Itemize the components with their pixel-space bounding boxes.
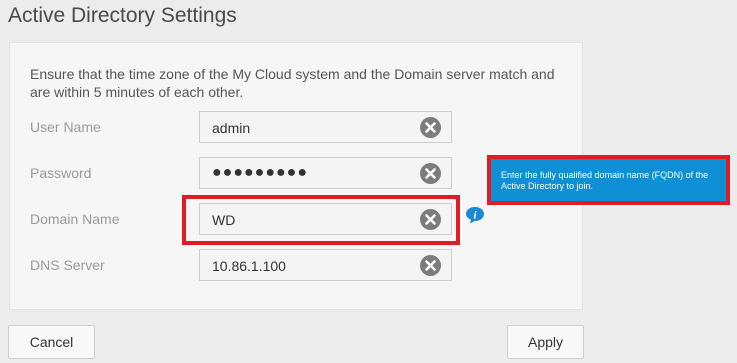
intro-text: Ensure that the time zone of the My Clou… xyxy=(30,66,555,100)
page-title: Active Directory Settings xyxy=(8,4,237,27)
clear-dns-icon[interactable] xyxy=(420,255,441,276)
dns-label: DNS Server xyxy=(30,257,105,273)
username-label: User Name xyxy=(30,119,101,135)
dns-field[interactable]: 10.86.1.100 xyxy=(199,249,452,281)
domain-field-highlight xyxy=(182,195,460,245)
domain-label: Domain Name xyxy=(30,211,120,227)
fqdn-tooltip: Enter the fully qualified domain name (F… xyxy=(487,155,730,205)
clear-username-icon[interactable] xyxy=(420,117,441,138)
cancel-button[interactable]: Cancel xyxy=(8,325,95,359)
password-field[interactable]: ●●●●●●●●● xyxy=(199,157,452,189)
username-value: admin xyxy=(212,120,251,136)
info-icon[interactable]: i xyxy=(465,206,485,224)
tooltip-text: Enter the fully qualified domain name (F… xyxy=(501,170,709,191)
apply-button[interactable]: Apply xyxy=(507,325,584,359)
dns-value: 10.86.1.100 xyxy=(212,258,286,274)
username-field[interactable]: admin xyxy=(199,111,452,143)
clear-password-icon[interactable] xyxy=(420,163,441,184)
password-value: ●●●●●●●●● xyxy=(212,164,308,181)
password-label: Password xyxy=(30,165,92,181)
